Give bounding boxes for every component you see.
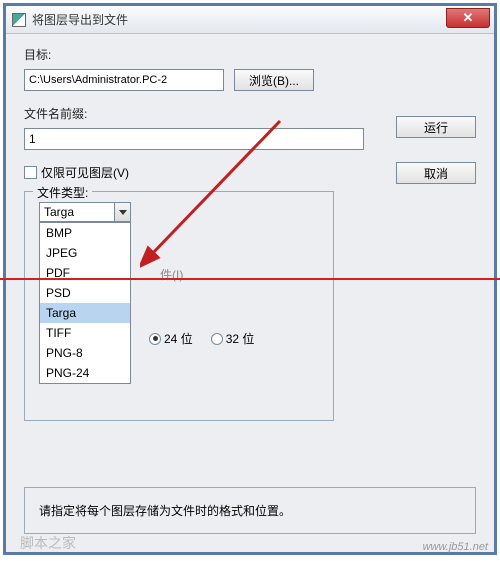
checkbox-icon (24, 166, 37, 179)
close-button[interactable]: ✕ (446, 8, 490, 28)
dropdown-item[interactable]: PDF (40, 263, 130, 283)
dialog-content: 目标: 浏览(B)... 运行 文件名前缀: 取消 仅限可见图层(V) 文件类型… (6, 34, 494, 552)
visible-only-label: 仅限可见图层(V) (41, 164, 129, 181)
filetype-group-label: 文件类型: (33, 184, 92, 201)
help-text: 请指定将每个图层存储为文件时的格式和位置。 (24, 487, 476, 534)
radio-24bit[interactable]: 24 位 (149, 330, 193, 347)
chevron-down-icon (114, 203, 130, 221)
watermark-cn: 脚本之家 (20, 533, 76, 553)
target-label: 目标: (24, 46, 476, 63)
dropdown-item[interactable]: PNG-8 (40, 343, 130, 363)
filename-input[interactable] (24, 128, 364, 150)
dropdown-item[interactable]: BMP (40, 223, 130, 243)
app-icon (12, 13, 26, 27)
browse-button[interactable]: 浏览(B)... (234, 69, 314, 91)
titlebar: 将图层导出到文件 ✕ (6, 6, 494, 34)
run-button[interactable]: 运行 (396, 116, 476, 138)
cancel-button[interactable]: 取消 (396, 162, 476, 184)
filetype-dropdown: BMP JPEG PDF PSD Targa TIFF PNG-8 PNG-24 (39, 222, 131, 384)
radio-icon (211, 333, 223, 345)
icc-label: 件(I) (160, 266, 183, 283)
window-title: 将图层导出到文件 (32, 11, 446, 28)
combo-selected: Targa (40, 205, 114, 219)
annotation-redline (0, 278, 500, 280)
dropdown-item[interactable]: Targa (40, 303, 130, 323)
dropdown-item[interactable]: JPEG (40, 243, 130, 263)
radio-24-label: 24 位 (164, 330, 193, 347)
radio-32-label: 32 位 (226, 330, 255, 347)
radio-32bit[interactable]: 32 位 (211, 330, 255, 347)
filetype-combobox[interactable]: Targa BMP JPEG PDF PSD Targa TIFF PNG-8 … (39, 202, 131, 222)
dropdown-item[interactable]: PSD (40, 283, 130, 303)
dropdown-item[interactable]: PNG-24 (40, 363, 130, 383)
radio-icon (149, 333, 161, 345)
bit-depth-radios: 24 位 32 位 (149, 330, 319, 347)
watermark: www.jb51.net (423, 541, 488, 553)
filetype-group: 文件类型: Targa BMP JPEG PDF PSD Targa TIFF … (24, 191, 334, 421)
target-path-input[interactable] (24, 69, 224, 91)
dropdown-item[interactable]: TIFF (40, 323, 130, 343)
